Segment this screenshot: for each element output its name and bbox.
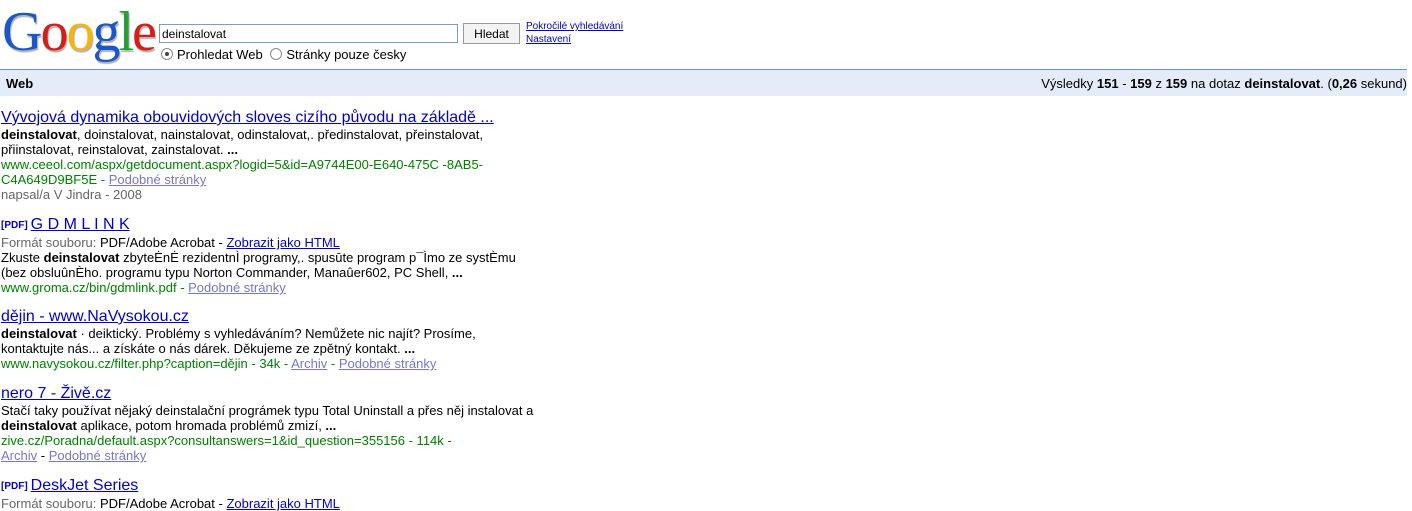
- similar-pages-link[interactable]: Podobné stránky: [49, 448, 147, 463]
- snippet-bold: deinstalovat: [1, 326, 77, 341]
- separator: -: [327, 356, 339, 371]
- snippet-text: (bez obsluûnÈho. programu typu Norton Co…: [1, 265, 452, 280]
- result-title-link[interactable]: Vývojová dynamika obouvidových sloves ci…: [1, 109, 494, 126]
- result-item-5: [PDF] DeskJet Series Formát souboru: PDF/…: [1, 476, 561, 511]
- archive-link[interactable]: Archiv: [1, 448, 37, 463]
- search-input[interactable]: [159, 24, 458, 43]
- tab-web: Web: [6, 76, 34, 91]
- result-title-link[interactable]: dějin - www.NaVysokou.cz: [1, 308, 189, 325]
- format-value: PDF/Adobe Acrobat: [100, 496, 215, 511]
- search-scope-radios: Prohledat Web Stránky pouze česky: [161, 46, 410, 62]
- stats-total: 159: [1165, 76, 1188, 91]
- result-url: www.ceeol.com/aspx/getdocument.aspx?logi…: [1, 157, 484, 172]
- snippet-ellipsis: ...: [451, 265, 463, 280]
- snippet-text: zbyteĖnĖ rezidentnÌ programy,. spusūte p…: [119, 250, 516, 265]
- radio-web-circle[interactable]: [161, 48, 173, 61]
- snippet-bold: deinstalovat: [1, 127, 77, 142]
- stats-from: 151: [1096, 76, 1119, 91]
- separator: -: [214, 235, 227, 250]
- result-year: 2008: [113, 187, 142, 202]
- settings-link[interactable]: Nastavení: [526, 33, 623, 46]
- separator: -: [37, 448, 49, 463]
- pdf-tag: [PDF]: [1, 220, 28, 231]
- separator: -: [214, 496, 227, 511]
- result-snippet: deinstalovat · deiktický. Problémy s vyh…: [1, 326, 561, 356]
- separator: -: [97, 172, 109, 187]
- results-stats: Výsledky 151 - 159 z 159 na dotaz deinst…: [1041, 76, 1407, 91]
- view-as-html-link[interactable]: Zobrazit jako HTML: [226, 235, 339, 250]
- separator: -: [101, 187, 114, 202]
- result-snippet: Stačí taky používat nějaký deinstalační …: [1, 403, 561, 433]
- result-item-1: Vývojová dynamika obouvidových sloves ci…: [1, 108, 561, 202]
- stats-to: 159: [1130, 76, 1152, 91]
- search-button[interactable]: Hledat: [463, 23, 520, 44]
- radio-czech-label: Stránky pouze česky: [286, 47, 407, 63]
- radio-czech-circle[interactable]: [270, 48, 283, 61]
- logo-letter-o2: o: [66, 1, 94, 63]
- separator: -: [176, 280, 189, 295]
- logo-letter-l: l: [118, 1, 134, 63]
- similar-pages-link[interactable]: Podobné stránky: [109, 172, 207, 187]
- advanced-search-link[interactable]: Pokročilé vyhledávání: [526, 20, 623, 33]
- logo-letter-e: e: [132, 1, 157, 63]
- result-url: www.navysokou.cz/filter.php?caption=ději…: [1, 356, 281, 371]
- result-url-cont: C4A649D9BF5E: [1, 172, 98, 187]
- result-title-link[interactable]: DeskJet Series: [31, 477, 139, 494]
- radio-web[interactable]: Prohledat Web: [161, 47, 263, 62]
- snippet-ellipsis: ...: [404, 341, 416, 356]
- result-url: www.groma.cz/bin/gdmlink.pdf: [1, 280, 177, 295]
- radio-web-label: Prohledat Web: [177, 47, 263, 63]
- stats-of: z: [1151, 76, 1166, 91]
- stats-dash: -: [1118, 76, 1131, 91]
- logo-letter-g2: g: [92, 1, 120, 63]
- archive-link[interactable]: Archiv: [291, 356, 327, 371]
- snippet-bold: deinstalovat: [43, 250, 120, 265]
- snippet-ellipsis: ...: [325, 418, 337, 433]
- result-title-link[interactable]: nero 7 - Živě.cz: [1, 385, 111, 402]
- results-bar: Web Výsledky 151 - 159 z 159 na dotaz de…: [0, 69, 1407, 96]
- stats-time: 0,26: [1331, 76, 1358, 91]
- snippet-text: · deiktický. Problémy s vyhledáváním? Ne…: [76, 326, 476, 341]
- snippet-text: , doinstalovat, nainstalovat, odinstalov…: [76, 127, 483, 142]
- stats-query: deinstalovat: [1244, 76, 1321, 91]
- separator: -: [280, 356, 292, 371]
- result-url: zive.cz/Poradna/default.aspx?consultansw…: [1, 433, 452, 448]
- format-label: Formát souboru:: [1, 235, 100, 250]
- snippet-ellipsis: ...: [227, 142, 239, 157]
- google-logo[interactable]: Google: [2, 1, 157, 63]
- snippet-bold: deinstalovat: [1, 418, 77, 433]
- stats-time-open: . (: [1320, 76, 1332, 91]
- similar-pages-link[interactable]: Podobné stránky: [339, 356, 437, 371]
- snippet-text: aplikace, potom hromada problémů zmizí,: [76, 418, 326, 433]
- logo-letter-g1: G: [2, 1, 42, 63]
- stats-time-close: sekund): [1357, 76, 1407, 91]
- result-item-3: dějin - www.NaVysokou.cz deinstalovat · …: [1, 307, 561, 371]
- logo-letter-o1: o: [40, 1, 68, 63]
- snippet-text: kontaktujte nás... a získáte o nás dárek…: [1, 341, 405, 356]
- radio-czech[interactable]: Stránky pouze česky: [270, 47, 406, 62]
- snippet-text: přiinstalovat, reinstalovat, zainstalova…: [1, 142, 228, 157]
- result-title-link[interactable]: G D M L I N K: [31, 216, 130, 233]
- stats-prefix: Výsledky: [1041, 76, 1097, 91]
- snippet-text: Zkuste: [1, 250, 44, 265]
- result-snippet: deinstalovat, doinstalovat, nainstalovat…: [1, 127, 561, 157]
- snippet-text: Stačí taky používat nějaký deinstalační …: [1, 403, 534, 418]
- result-author: napsal/a V Jindra: [1, 187, 102, 202]
- format-value: PDF/Adobe Acrobat: [100, 235, 215, 250]
- stats-query-text: na dotaz: [1187, 76, 1245, 91]
- format-label: Formát souboru:: [1, 496, 100, 511]
- pdf-tag: [PDF]: [1, 481, 28, 492]
- similar-pages-link[interactable]: Podobné stránky: [188, 280, 286, 295]
- result-item-2: [PDF] G D M L I N K Formát souboru: PDF/A…: [1, 215, 561, 295]
- result-item-4: nero 7 - Živě.cz Stačí taky používat něj…: [1, 384, 561, 463]
- advanced-links: Pokročilé vyhledávání Nastavení: [526, 20, 623, 46]
- view-as-html-link[interactable]: Zobrazit jako HTML: [226, 496, 339, 511]
- result-snippet: Zkuste deinstalovat zbyteĖnĖ rezidentnÌ …: [1, 250, 561, 280]
